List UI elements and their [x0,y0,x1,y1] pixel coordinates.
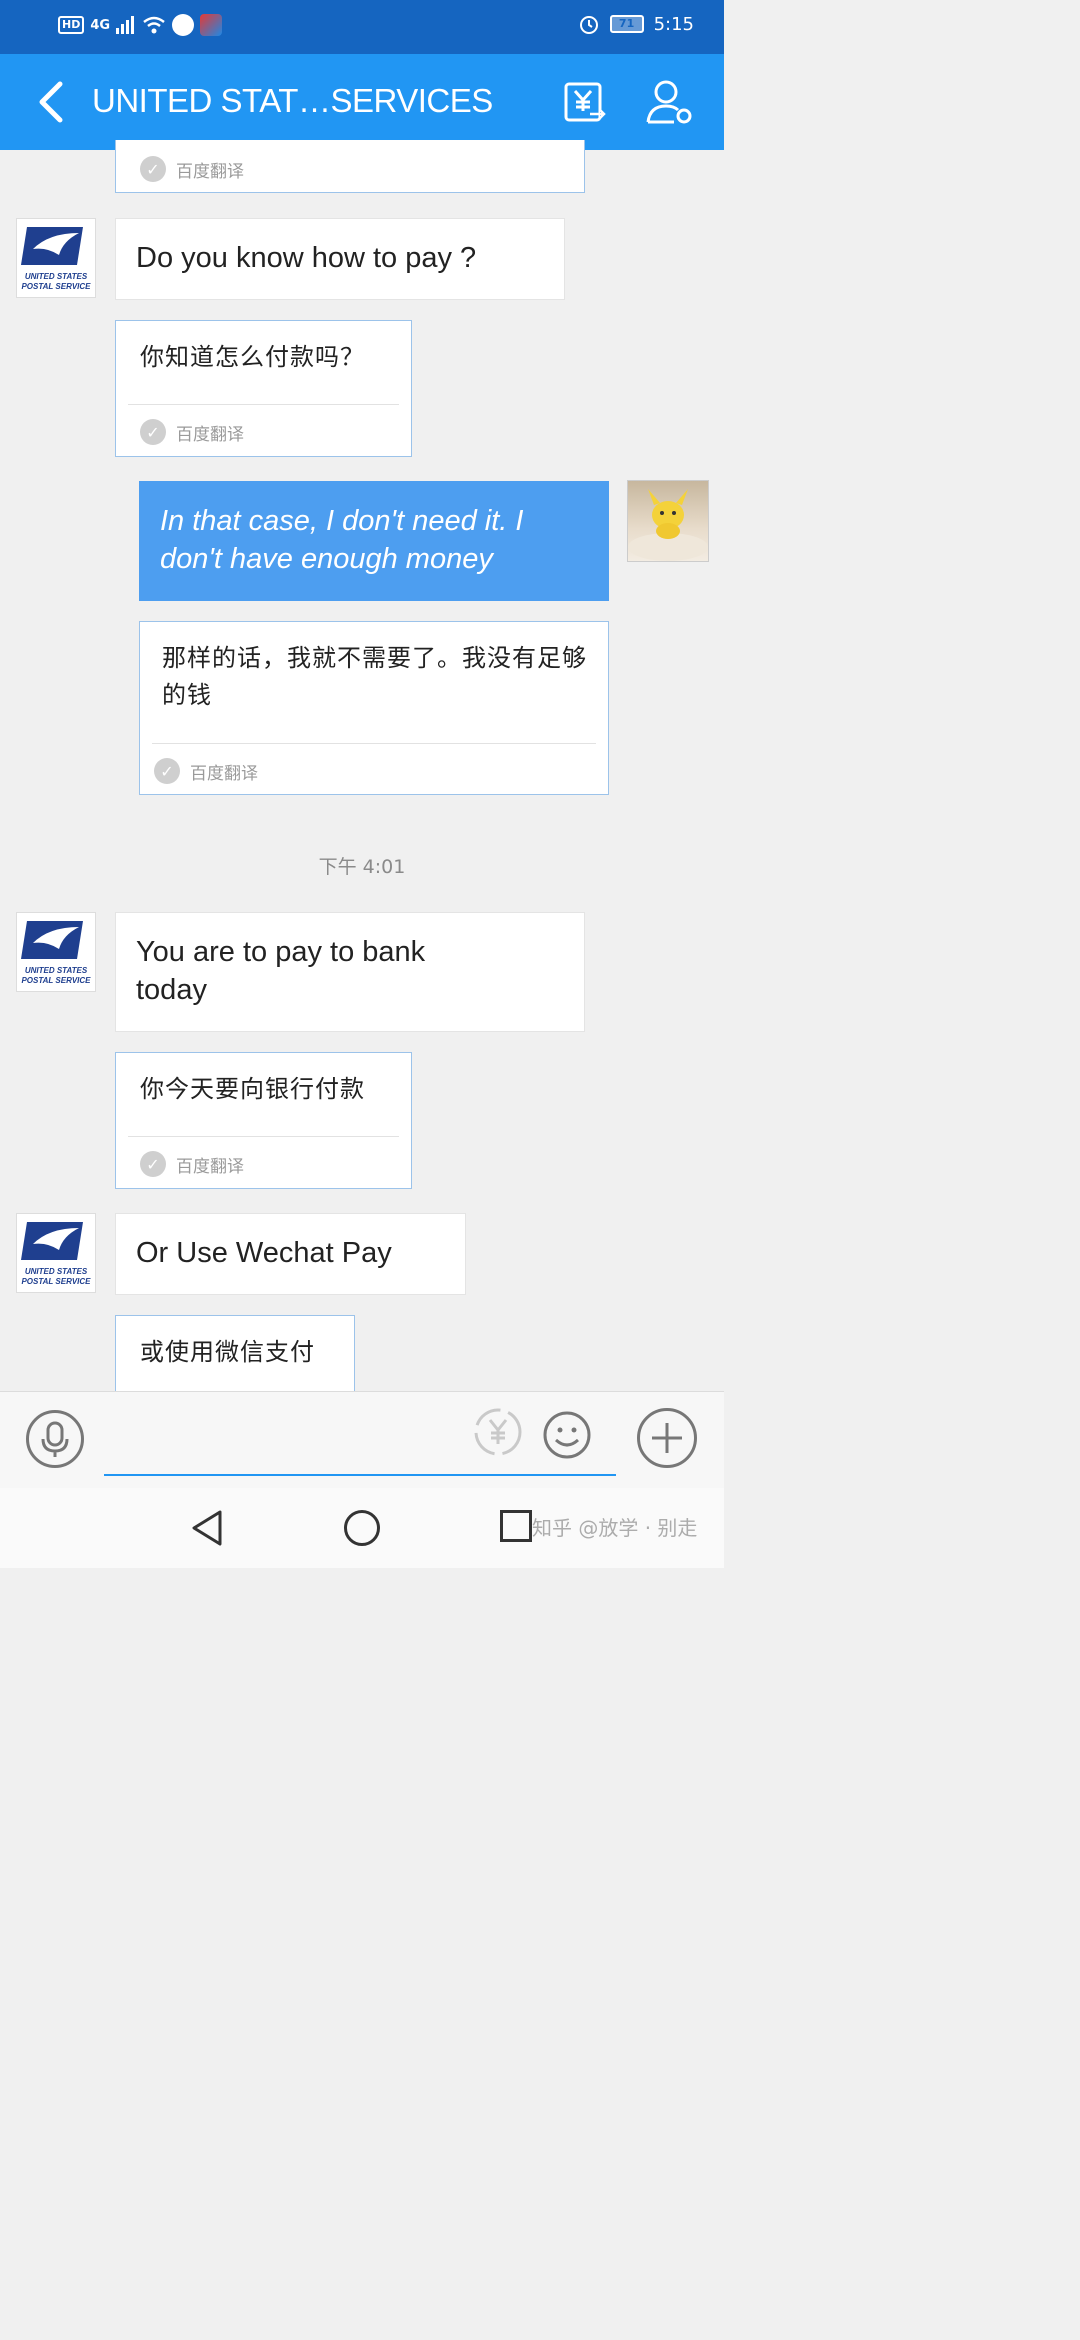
message-bubble[interactable]: Do you know how to pay ? [115,218,565,300]
pikachu-avatar-icon [628,489,708,561]
message-text: You are to pay to bank today [136,936,426,1006]
hd-indicator: HD [58,16,85,34]
status-bar: HD 4G 71 5:15 [0,0,724,54]
avatar[interactable] [627,480,709,562]
message-text: Do you know how to pay ? [136,242,477,274]
translation-card: 你今天要向银行付款 ✓ 百度翻译 [115,1052,412,1189]
message-input[interactable] [104,1412,616,1476]
translation-source: 百度翻译 [190,763,258,784]
input-bar [0,1391,724,1488]
translation-text: 你今天要向银行付款 [140,1075,365,1103]
chevron-left-icon[interactable] [34,80,70,124]
signal-icon [116,16,135,34]
microphone-icon [41,1421,69,1457]
translation-card: ✓ 百度翻译 [115,140,585,193]
wifi-icon [143,16,165,34]
watermark: 知乎 @放学 · 别走 [532,1516,698,1540]
yen-translate-icon[interactable] [472,1406,524,1458]
chat-title: UNITED STAT…SERVICES [92,82,493,119]
translation-text: 那样的话，我就不需要了。我没有足够的钱 [162,644,587,709]
emoji-icon[interactable] [542,1410,592,1460]
usps-logo-line1: UNITED STATES [25,966,88,975]
message-text: Or Use Wechat Pay [136,1237,392,1269]
message-text: In that case, I don't need it. I don't h… [160,505,524,575]
system-nav-bar: 知乎 @放学 · 别走 [0,1488,724,1568]
usps-logo-line2: POSTAL SERVICE [21,1277,91,1286]
translation-card: 你知道怎么付款吗？ ✓ 百度翻译 [115,320,412,457]
add-button[interactable] [637,1408,697,1468]
chat-header: UNITED STAT…SERVICES [0,54,724,150]
message-bubble[interactable]: Or Use Wechat Pay [115,1213,466,1295]
check-icon: ✓ [140,419,166,445]
usps-logo-line2: POSTAL SERVICE [21,282,91,291]
check-icon: ✓ [154,758,180,784]
avatar[interactable]: UNITED STATES POSTAL SERVICE [16,218,96,298]
app-notification-icon [200,14,223,36]
avatar[interactable]: UNITED STATES POSTAL SERVICE [16,1213,96,1293]
translation-text: 你知道怎么付款吗？ [140,343,365,371]
network-indicator: 4G [90,17,111,33]
timestamp: 下午 4:01 [318,856,406,878]
translation-text: 或使用微信支付 [140,1338,315,1366]
yen-convert-icon[interactable] [560,78,608,126]
translation-card: 那样的话，我就不需要了。我没有足够的钱 ✓ 百度翻译 [139,621,609,795]
usps-logo-line2: POSTAL SERVICE [21,976,91,985]
user-settings-icon[interactable] [644,76,696,128]
nav-home-icon[interactable] [344,1510,380,1546]
battery-indicator: 71 [609,15,644,33]
usps-logo-line1: UNITED STATES [25,1267,88,1276]
alarm-icon [579,16,598,34]
check-icon: ✓ [140,156,166,182]
usps-logo-icon: UNITED STATES POSTAL SERVICE [21,921,91,985]
usps-logo-icon: UNITED STATES POSTAL SERVICE [21,1222,91,1286]
usps-logo-line1: UNITED STATES [25,272,88,281]
chat-app-icon [172,14,195,36]
nav-recent-icon[interactable] [500,1510,532,1542]
voice-button[interactable] [26,1410,84,1468]
translation-card: 或使用微信支付 [115,1315,355,1393]
translation-source: 百度翻译 [176,1156,244,1177]
translation-source: 百度翻译 [176,161,244,182]
clock: 5:15 [653,13,694,35]
check-icon: ✓ [140,1151,166,1177]
translation-source: 百度翻译 [176,424,244,445]
usps-logo-icon: UNITED STATES POSTAL SERVICE [21,227,91,291]
plus-icon [652,1423,682,1453]
nav-back-icon[interactable] [188,1508,228,1548]
message-bubble-outgoing[interactable]: In that case, I don't need it. I don't h… [139,481,609,601]
message-bubble[interactable]: You are to pay to bank today [115,912,585,1032]
avatar[interactable]: UNITED STATES POSTAL SERVICE [16,912,96,992]
